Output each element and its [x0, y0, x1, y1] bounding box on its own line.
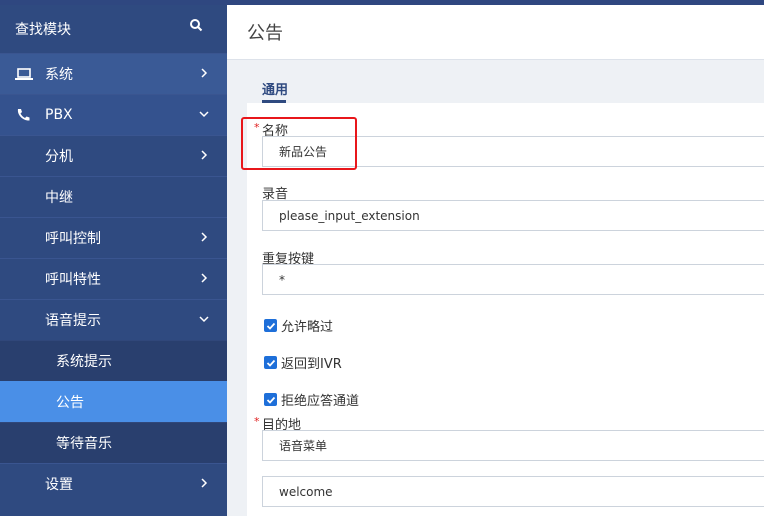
sidebar-item-music-on-hold[interactable]: 等待音乐	[0, 422, 227, 463]
sidebar-item-label: 中继	[45, 190, 73, 206]
repeat-key-select[interactable]: *	[262, 264, 764, 295]
sidebar-item-pbx[interactable]: PBX	[0, 94, 227, 135]
destination-type-select[interactable]: 语音菜单	[262, 430, 764, 461]
sidebar-item-system[interactable]: 系统	[0, 53, 227, 94]
tab-bar: 通用	[247, 69, 764, 103]
chevron-right-icon	[201, 273, 208, 283]
page-header: 公告	[227, 5, 764, 60]
chevron-down-icon	[199, 111, 209, 118]
sidebar-item-label: 公告	[56, 395, 84, 411]
chevron-down-icon	[199, 316, 209, 323]
reject-channel-label: 拒绝应答通道	[281, 394, 360, 409]
chevron-right-icon	[201, 232, 208, 242]
sidebar-item-label: 呼叫控制	[45, 231, 101, 247]
check-icon	[266, 322, 275, 330]
sidebar-item-announcement[interactable]: 公告	[0, 381, 227, 422]
return-ivr-option[interactable]: 返回到IVR	[264, 353, 342, 372]
module-search[interactable]: 查找模块	[0, 5, 227, 53]
sidebar-item-label: PBX	[45, 107, 73, 123]
allow-skip-option[interactable]: 允许略过	[264, 316, 333, 335]
phone-icon	[17, 109, 30, 121]
check-icon	[266, 396, 275, 404]
sidebar-item-label: 设置	[45, 477, 73, 493]
sidebar-item-call-features[interactable]: 呼叫特性	[0, 258, 227, 299]
sidebar-item-extension[interactable]: 分机	[0, 135, 227, 176]
module-search-label: 查找模块	[15, 22, 71, 38]
sidebar-item-label: 等待音乐	[56, 436, 112, 452]
chevron-right-icon	[201, 68, 208, 78]
recording-select[interactable]: please_input_extension	[262, 200, 764, 231]
announcement-form: * 名称 新品公告 录音 please_input_extension 重复按键…	[247, 103, 764, 516]
sidebar-item-label: 分机	[45, 149, 73, 165]
search-icon[interactable]	[189, 18, 203, 32]
chevron-right-icon	[201, 478, 208, 488]
destination-value-select[interactable]: welcome	[262, 476, 764, 507]
reject-channel-checkbox[interactable]	[264, 393, 277, 406]
sidebar-item-call-control[interactable]: 呼叫控制	[0, 217, 227, 258]
chevron-right-icon	[201, 150, 208, 160]
sidebar-item-voice-prompts[interactable]: 语音提示	[0, 299, 227, 340]
required-mark: *	[254, 121, 260, 134]
return-ivr-checkbox[interactable]	[264, 356, 277, 369]
sidebar-item-label: 语音提示	[45, 313, 101, 329]
reject-channel-option[interactable]: 拒绝应答通道	[264, 390, 359, 409]
tab-general[interactable]: 通用	[262, 79, 288, 98]
laptop-icon	[15, 68, 33, 80]
sidebar-item-label: 系统	[45, 67, 73, 83]
sidebar-item-label: 系统提示	[56, 354, 112, 370]
sidebar-item-system-prompts[interactable]: 系统提示	[0, 340, 227, 381]
check-icon	[266, 359, 275, 367]
sidebar-item-settings[interactable]: 设置	[0, 463, 227, 504]
sidebar-item-trunk[interactable]: 中继	[0, 176, 227, 217]
sidebar-item-label: 呼叫特性	[45, 272, 101, 288]
required-mark: *	[254, 415, 260, 428]
allow-skip-checkbox[interactable]	[264, 319, 277, 332]
return-ivr-label: 返回到IVR	[281, 357, 342, 372]
name-input[interactable]: 新品公告	[262, 136, 764, 167]
sidebar: 查找模块 系统 PBX 分机 中继 呼叫控制 呼叫特性 语音提示 系统提示 公告…	[0, 5, 227, 516]
page-title: 公告	[247, 23, 283, 44]
main-content: 公告 通用 * 名称 新品公告 录音 please_input_extensio…	[227, 5, 764, 516]
allow-skip-label: 允许略过	[281, 320, 334, 335]
